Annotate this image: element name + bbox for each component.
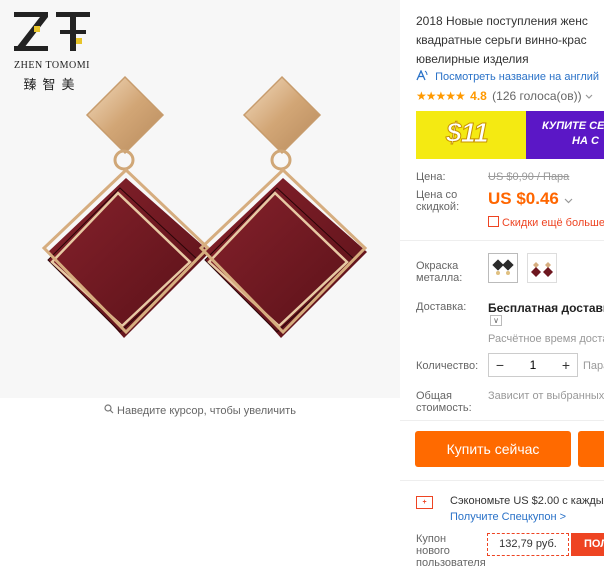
total-value: Зависит от выбранных: [488, 390, 604, 402]
new-user-coupon-value: 132,79 руб.: [487, 533, 569, 556]
shipping-dropdown[interactable]: ∨: [490, 315, 502, 326]
chevron-down-icon[interactable]: [564, 189, 573, 208]
earrings-product-image: [41, 75, 368, 338]
product-title-line: ювелирные изделия: [416, 52, 529, 66]
color-label: Окраска металла:: [416, 260, 463, 284]
product-title-line: 2018 Новые поступления женс: [416, 14, 588, 28]
get-coupon-link[interactable]: Получите Спецкупон >: [450, 511, 566, 523]
left-earring: [41, 75, 211, 338]
quantity-unit: Пара: [583, 360, 604, 372]
discount-price-label: Цена со скидкой:: [416, 189, 460, 213]
color-swatch-red[interactable]: [527, 253, 557, 283]
quantity-input[interactable]: [511, 354, 555, 376]
promo-banner-line: НА С: [572, 135, 599, 147]
shipping-label: Доставка:: [416, 301, 467, 313]
more-discounts-text: Скидки ещё больше: [502, 217, 604, 229]
delivery-time: Расчётное время доставки: [488, 333, 604, 345]
divider: [400, 420, 604, 421]
product-title-line: квадратные серьги винно-крас: [416, 33, 587, 47]
total-label: Общая стоимость:: [416, 390, 472, 414]
promo-banner-line: КУПИТЕ СЕ: [542, 120, 604, 132]
quantity-increase-button[interactable]: +: [555, 354, 577, 376]
product-rating[interactable]: ★★★★★ 4.8 (126 голоса(ов)): [416, 89, 593, 103]
search-icon: [104, 404, 114, 417]
quantity-label: Количество:: [416, 360, 479, 372]
discount-price: US $0.46: [488, 189, 573, 209]
color-swatch-gold[interactable]: [488, 253, 518, 283]
qr-code-icon: [488, 216, 499, 227]
right-earring: [198, 75, 368, 338]
promo-banner-amount-area: $11: [416, 111, 526, 159]
translate-title-link[interactable]: Посмотреть название на англий: [416, 69, 600, 83]
chevron-down-icon: [585, 89, 593, 103]
product-image-gallery[interactable]: ZHEN TOMOMI 臻智美: [0, 0, 400, 398]
rating-votes: (126 голоса(ов)): [492, 89, 582, 103]
product-title: 2018 Новые поступления женс квадратные с…: [416, 12, 604, 69]
zoom-hint-text: Наведите курсор, чтобы увеличить: [117, 405, 296, 417]
more-discounts-link[interactable]: Скидки ещё больше: [488, 216, 604, 229]
quantity-stepper: − +: [488, 353, 578, 377]
quantity-decrease-button[interactable]: −: [489, 354, 511, 376]
translate-icon: [416, 69, 431, 83]
promo-banner-amount: $11: [446, 117, 490, 149]
divider: [400, 240, 604, 241]
coupon-icon: +: [416, 496, 433, 509]
discount-price-value: US $0.46: [488, 189, 559, 208]
promo-banner[interactable]: $11 КУПИТЕ СЕ НА С: [416, 111, 604, 159]
add-to-cart-button[interactable]: [578, 431, 604, 467]
translate-link-text: Посмотреть название на англий: [435, 71, 600, 83]
buy-now-button[interactable]: Купить сейчас: [415, 431, 571, 467]
rating-stars: ★★★★★: [416, 89, 466, 103]
rating-value: 4.8: [470, 89, 487, 103]
get-new-user-coupon-button[interactable]: ПОЛ: [571, 533, 604, 556]
save-promo-text: Сэкономьте US $2.00 с каждых: [450, 495, 604, 507]
price-label: Цена:: [416, 171, 446, 183]
shipping-value: Бесплатная доставка: [488, 301, 604, 315]
old-price: US $0,90 / Пара: [488, 171, 570, 183]
divider: [400, 480, 604, 481]
promo-banner-text: КУПИТЕ СЕ НА С: [526, 111, 604, 159]
new-user-coupon-label: Купон нового пользователя: [416, 533, 486, 569]
zoom-hint: Наведите курсор, чтобы увеличить: [0, 404, 400, 417]
